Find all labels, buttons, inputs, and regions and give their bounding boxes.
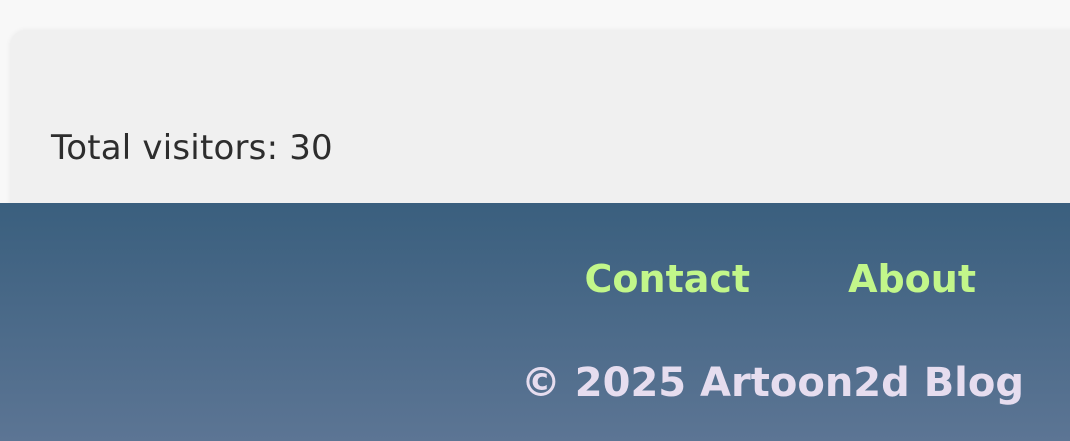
visitor-count: Total visitors: 30 <box>51 128 333 168</box>
visitor-card: Total visitors: 30 <box>10 30 1070 220</box>
footer-link-contact[interactable]: Contact <box>585 255 751 303</box>
site-footer: Contact About © 2025 Artoon2d Blog <box>0 203 1070 441</box>
footer-link-about[interactable]: About <box>848 255 976 303</box>
footer-nav: Contact About <box>585 255 976 303</box>
copyright-text: © 2025 Artoon2d Blog <box>520 360 1024 406</box>
